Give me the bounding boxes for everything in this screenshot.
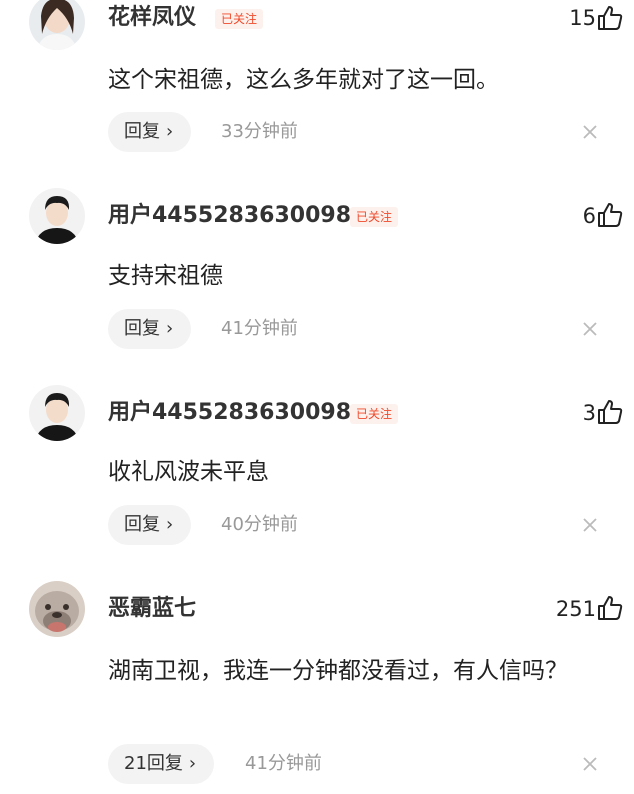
- thumbs-up-icon[interactable]: [596, 201, 624, 229]
- timestamp: 40分钟前: [221, 514, 298, 535]
- timestamp: 33分钟前: [221, 121, 298, 142]
- man-avatar-icon: [29, 385, 85, 441]
- chevron-right-icon: ›: [188, 753, 197, 774]
- close-icon[interactable]: [582, 756, 598, 772]
- reply-button[interactable]: 21回复 ›: [108, 744, 215, 784]
- like-count: 15: [569, 6, 596, 30]
- thumbs-up-icon[interactable]: [596, 4, 624, 32]
- comment-item: 恶霸蓝七 251 湖南卫视，我连一分钟都没看过，有人信吗？ 21回复 › 41分钟…: [0, 581, 634, 794]
- close-icon[interactable]: [582, 517, 598, 533]
- chevron-right-icon: ›: [166, 514, 174, 535]
- reply-label: 回复: [124, 121, 160, 142]
- username[interactable]: 用户4455283630098: [108, 202, 351, 230]
- woman-avatar-icon: [29, 0, 85, 50]
- comment-item: 用户4455283630098 已关注 3 收礼风波未平息 回复 › 40分钟前: [0, 385, 634, 555]
- like-count: 3: [582, 401, 596, 425]
- follow-badge: 已关注: [350, 207, 399, 227]
- comment-item: 用户4455283630098 已关注 6 支持宋祖德 回复 › 41分钟前: [0, 188, 634, 358]
- avatar[interactable]: [29, 0, 85, 50]
- follow-badge: 已关注: [350, 404, 399, 424]
- reply-button[interactable]: 回复 ›: [108, 309, 192, 349]
- reply-button[interactable]: 回复 ›: [108, 505, 192, 545]
- close-icon[interactable]: [582, 321, 598, 337]
- avatar[interactable]: [29, 581, 85, 637]
- chevron-right-icon: ›: [166, 121, 174, 142]
- comment-item: 花样凤仪 已关注 15 这个宋祖德，这么多年就对了这一回。 回复 › 33分钟前: [0, 0, 634, 160]
- username[interactable]: 花样凤仪: [108, 4, 196, 32]
- timestamp: 41分钟前: [221, 318, 298, 339]
- man-avatar-icon: [29, 188, 85, 244]
- comment-text: 这个宋祖德，这么多年就对了这一回。: [108, 67, 499, 93]
- comment-text: 湖南卫视，我连一分钟都没看过，有人信吗？: [108, 658, 568, 684]
- thumbs-up-icon[interactable]: [596, 398, 624, 426]
- comment-text: 收礼风波未平息: [108, 459, 269, 485]
- timestamp: 41分钟前: [245, 753, 322, 774]
- follow-badge: 已关注: [215, 9, 264, 29]
- reply-label: 回复: [124, 514, 160, 535]
- close-icon[interactable]: [582, 124, 598, 140]
- like-count: 251: [555, 597, 596, 621]
- comment-text: 支持宋祖德: [108, 263, 223, 289]
- thumbs-up-icon[interactable]: [596, 594, 624, 622]
- username[interactable]: 用户4455283630098: [108, 399, 351, 427]
- chevron-right-icon: ›: [166, 318, 174, 339]
- username[interactable]: 恶霸蓝七: [108, 595, 196, 623]
- dog-avatar-icon: [29, 581, 85, 637]
- reply-label: 21回复: [124, 753, 183, 774]
- avatar[interactable]: [29, 385, 85, 441]
- avatar[interactable]: [29, 188, 85, 244]
- reply-label: 回复: [124, 318, 160, 339]
- reply-button[interactable]: 回复 ›: [108, 112, 192, 152]
- like-count: 6: [582, 204, 596, 228]
